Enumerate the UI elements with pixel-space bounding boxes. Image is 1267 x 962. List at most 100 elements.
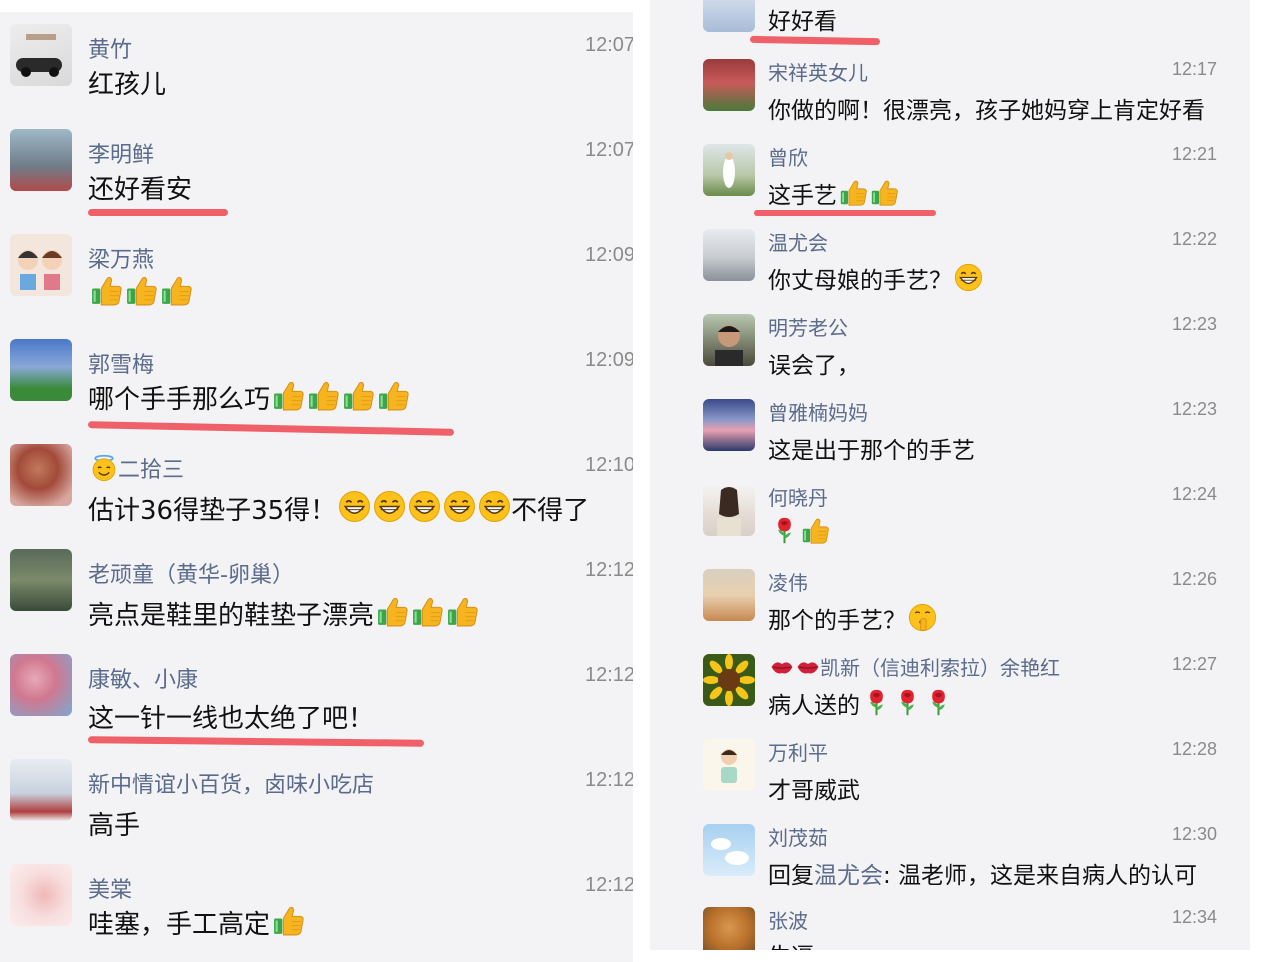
message-text[interactable]: 这手艺 bbox=[768, 176, 899, 210]
grin-icon bbox=[443, 490, 476, 523]
message-time: 12:12 bbox=[585, 664, 633, 686]
rose-icon bbox=[893, 688, 922, 717]
sender-name[interactable]: 曾雅楠妈妈 bbox=[768, 397, 868, 426]
highlight-underline bbox=[88, 209, 228, 216]
sender-name[interactable]: 老顽童（黄华-卵巢） bbox=[88, 557, 294, 589]
message-text[interactable]: 高手 bbox=[88, 805, 140, 842]
grin-icon bbox=[338, 490, 371, 523]
message-time: 12:23 bbox=[1172, 399, 1218, 419]
reply-mention[interactable]: 温尤会 bbox=[814, 863, 883, 889]
sender-name[interactable]: 曾欣 bbox=[768, 142, 808, 171]
thumbs-up-icon bbox=[272, 379, 305, 412]
message-text[interactable]: 这一针一线也太绝了吧！ bbox=[88, 698, 374, 735]
sender-name[interactable]: 黄竹 bbox=[88, 32, 132, 64]
message-text[interactable] bbox=[768, 516, 830, 547]
rose-icon bbox=[924, 688, 953, 717]
avatar[interactable] bbox=[10, 444, 72, 506]
thumbs-up-icon bbox=[411, 595, 444, 628]
avatar[interactable] bbox=[703, 654, 755, 706]
message-text-content: : 温老师，这是来自病人的认可 bbox=[883, 863, 1198, 889]
sender-name[interactable]: 李明鲜 bbox=[88, 137, 154, 169]
grin-icon bbox=[954, 263, 983, 292]
rose-icon bbox=[862, 688, 891, 717]
message-text[interactable]: 误会了， bbox=[768, 346, 860, 380]
sender-name[interactable]: 明芳老公 bbox=[768, 312, 848, 341]
sender-name[interactable]: 温尤会 bbox=[768, 227, 828, 256]
message-row: 二拾三 12:10 估计36得垫子35得！ 不得了 bbox=[0, 432, 633, 532]
thumbs-up-icon bbox=[125, 274, 158, 307]
message-text[interactable]: 你丈母娘的手艺？ bbox=[768, 261, 983, 295]
sender-name[interactable]: 张波 bbox=[768, 905, 808, 934]
sender-name[interactable]: 刘茂茹 bbox=[768, 822, 828, 851]
thumbs-up-icon bbox=[342, 379, 375, 412]
message-text[interactable]: 好好看 bbox=[768, 2, 837, 36]
sender-name[interactable]: 何晓丹 bbox=[768, 482, 828, 511]
avatar[interactable] bbox=[703, 144, 755, 196]
message-text-suffix: 不得了 bbox=[511, 496, 590, 526]
avatar[interactable] bbox=[703, 824, 755, 876]
kiss-lips-icon bbox=[796, 655, 820, 679]
chat-panel-right: 好好看 宋祥英女儿 12:17 你做的啊！很漂亮，孩子她妈穿上肯定好看 曾欣 1… bbox=[650, 0, 1250, 950]
avatar[interactable] bbox=[703, 399, 755, 451]
message-text[interactable]: 还好看安 bbox=[88, 169, 192, 206]
message-text[interactable]: 这是出于那个的手艺 bbox=[768, 431, 975, 465]
avatar[interactable] bbox=[10, 24, 72, 86]
avatar[interactable] bbox=[703, 907, 755, 950]
avatar[interactable] bbox=[703, 0, 755, 32]
message-text[interactable]: 病人送的 bbox=[768, 686, 953, 720]
avatar[interactable] bbox=[703, 314, 755, 366]
message-text[interactable]: 那个的手艺？ bbox=[768, 601, 937, 635]
message-text[interactable]: 哇塞，手工高定 bbox=[88, 904, 305, 941]
sender-name[interactable]: 梁万燕 bbox=[88, 242, 154, 274]
message-text[interactable]: 回复温尤会: 温老师，这是来自病人的认可 bbox=[768, 856, 1197, 890]
message-time: 12:27 bbox=[1172, 654, 1218, 674]
avatar[interactable] bbox=[10, 129, 72, 191]
sender-name[interactable]: 凯新（信迪利索拉）余艳红 bbox=[768, 652, 1060, 681]
avatar[interactable] bbox=[10, 234, 72, 296]
avatar[interactable] bbox=[703, 59, 755, 111]
thumbs-up-icon bbox=[801, 516, 830, 545]
avatar[interactable] bbox=[10, 654, 72, 716]
sender-name[interactable]: 康敏、小康 bbox=[88, 662, 198, 694]
message-time: 12:21 bbox=[1172, 144, 1218, 164]
avatar[interactable] bbox=[703, 569, 755, 621]
message-time: 12:10 bbox=[585, 454, 633, 476]
avatar[interactable] bbox=[10, 339, 72, 401]
message-time: 12:34 bbox=[1172, 907, 1218, 927]
sender-name[interactable]: 郭雪梅 bbox=[88, 347, 154, 379]
message-text[interactable]: 牛逼 bbox=[768, 937, 814, 950]
sender-name[interactable]: 万利平 bbox=[768, 737, 828, 766]
sender-name[interactable]: 宋祥英女儿 bbox=[768, 57, 868, 86]
sender-name[interactable]: 二拾三 bbox=[88, 452, 184, 484]
shush-face-icon bbox=[908, 603, 937, 632]
avatar[interactable] bbox=[703, 229, 755, 281]
avatar[interactable] bbox=[703, 484, 755, 536]
message-text[interactable]: 你做的啊！很漂亮，孩子她妈穿上肯定好看 bbox=[768, 91, 1205, 125]
message-text-content: 那个的手艺？ bbox=[768, 608, 906, 634]
chat-panel-left: 黄竹 12:07 红孩儿 李明鲜 12:07 还好看安 梁万燕 12:09 郭雪… bbox=[0, 12, 633, 962]
sender-name[interactable]: 新中情谊小百货，卤味小吃店 bbox=[88, 767, 374, 799]
sender-name[interactable]: 凌伟 bbox=[768, 567, 808, 596]
thumbs-up-icon bbox=[272, 904, 305, 937]
highlight-underline bbox=[749, 35, 881, 46]
message-time: 12:17 bbox=[1172, 59, 1218, 79]
message-time: 12:07 bbox=[585, 34, 633, 56]
message-text[interactable]: 红孩儿 bbox=[88, 64, 166, 101]
grin-icon bbox=[408, 490, 441, 523]
message-text[interactable]: 亮点是鞋里的鞋垫子漂亮 bbox=[88, 595, 479, 632]
avatar[interactable] bbox=[10, 549, 72, 611]
message-row-partial: 好好看 bbox=[650, 0, 1250, 46]
message-text[interactable] bbox=[88, 274, 193, 310]
reply-prefix: 回复 bbox=[768, 863, 814, 889]
thumbs-up-icon bbox=[307, 379, 340, 412]
avatar[interactable] bbox=[703, 739, 755, 791]
message-text[interactable]: 才哥威武 bbox=[768, 771, 860, 805]
avatar[interactable] bbox=[10, 864, 72, 926]
message-text[interactable]: 估计36得垫子35得！ 不得了 bbox=[88, 490, 589, 527]
message-row: 新中情谊小百货，卤味小吃店 12:12 高手 bbox=[0, 747, 633, 847]
sender-name[interactable]: 美棠 bbox=[88, 872, 132, 904]
avatar[interactable] bbox=[10, 759, 72, 821]
message-text[interactable]: 哪个手手那么巧 bbox=[88, 379, 410, 416]
message-row: 老顽童（黄华-卵巢） 12:12 亮点是鞋里的鞋垫子漂亮 bbox=[0, 537, 633, 637]
thumbs-up-icon bbox=[160, 274, 193, 307]
